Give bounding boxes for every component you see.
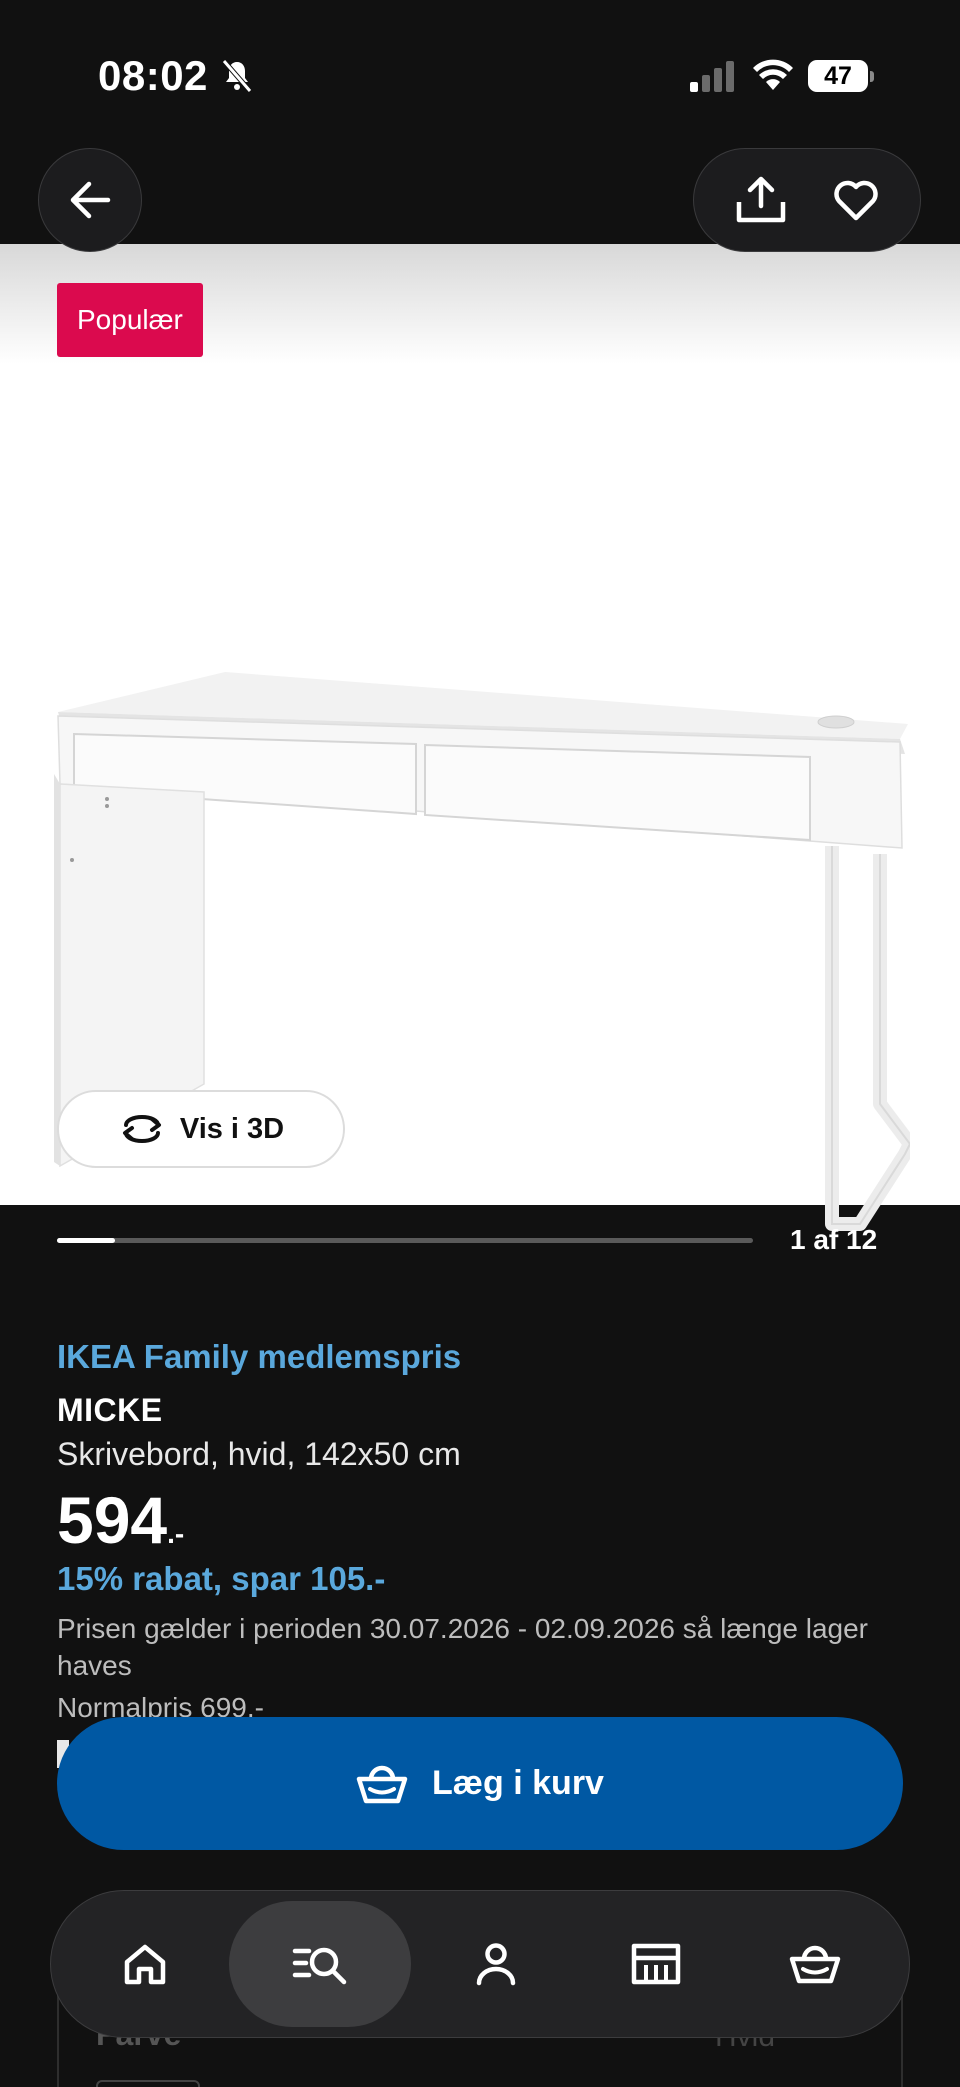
arrow-left-icon	[70, 181, 111, 219]
view-in-3d-button[interactable]: Vis i 3D	[57, 1090, 345, 1168]
nav-profile[interactable]	[421, 1904, 571, 2024]
share-icon	[736, 176, 786, 223]
search-list-icon	[293, 1947, 347, 1985]
carousel-page-label: 1 af 12	[790, 1224, 878, 1255]
status-time: 08:02	[98, 52, 208, 99]
basket-icon	[356, 1765, 408, 1803]
ikea-family-price-label: IKEA Family medlemspris	[57, 1338, 462, 1375]
product-price: 594.-	[57, 1482, 184, 1558]
wifi-icon	[753, 59, 793, 90]
basket-icon	[789, 1945, 841, 1984]
share-favorite-group	[693, 148, 921, 252]
home-icon	[124, 1944, 166, 1985]
rotate-3d-icon	[122, 1115, 161, 1143]
back-button[interactable]	[38, 148, 142, 252]
share-button[interactable]	[735, 176, 787, 224]
nav-stores[interactable]	[581, 1904, 731, 2024]
variant-swatch[interactable]	[96, 2080, 200, 2087]
product-description: Skrivebord, hvid, 142x50 cm	[57, 1436, 461, 1472]
person-icon	[476, 1943, 516, 1986]
product-image-carousel[interactable]: Populær Vis i 3D	[0, 244, 960, 1231]
favorite-button[interactable]	[833, 179, 879, 221]
status-bar: 08:02 47	[0, 0, 960, 155]
product-name: MICKE	[57, 1392, 163, 1428]
carousel-progress-fill	[57, 1238, 115, 1243]
view-in-3d-label: Vis i 3D	[179, 1112, 285, 1145]
bell-muted-icon	[222, 59, 252, 93]
popular-badge: Populær	[57, 283, 203, 357]
battery-indicator: 47	[808, 60, 874, 94]
store-icon	[631, 1943, 680, 1985]
price-suffix: .-	[167, 1518, 185, 1549]
add-to-cart-button[interactable]: Læg i kurv	[57, 1717, 903, 1850]
nav-home[interactable]	[70, 1904, 220, 2024]
battery-nub	[870, 71, 874, 82]
carousel-progress-bar	[57, 1238, 753, 1243]
add-to-cart-label: Læg i kurv	[432, 1764, 604, 1802]
nav-search[interactable]	[229, 1901, 412, 2027]
price-main: 594	[57, 1483, 168, 1557]
discount-label: 15% rabat, spar 105.-	[57, 1560, 386, 1597]
bottom-navigation	[50, 1890, 910, 2038]
cellular-signal-icon	[690, 61, 734, 92]
heart-icon	[834, 180, 878, 221]
price-period-text: Prisen gælder i perioden 30.07.2026 - 02…	[57, 1613, 869, 1681]
nav-cart[interactable]	[740, 1904, 890, 2024]
battery-level: 47	[808, 60, 868, 92]
